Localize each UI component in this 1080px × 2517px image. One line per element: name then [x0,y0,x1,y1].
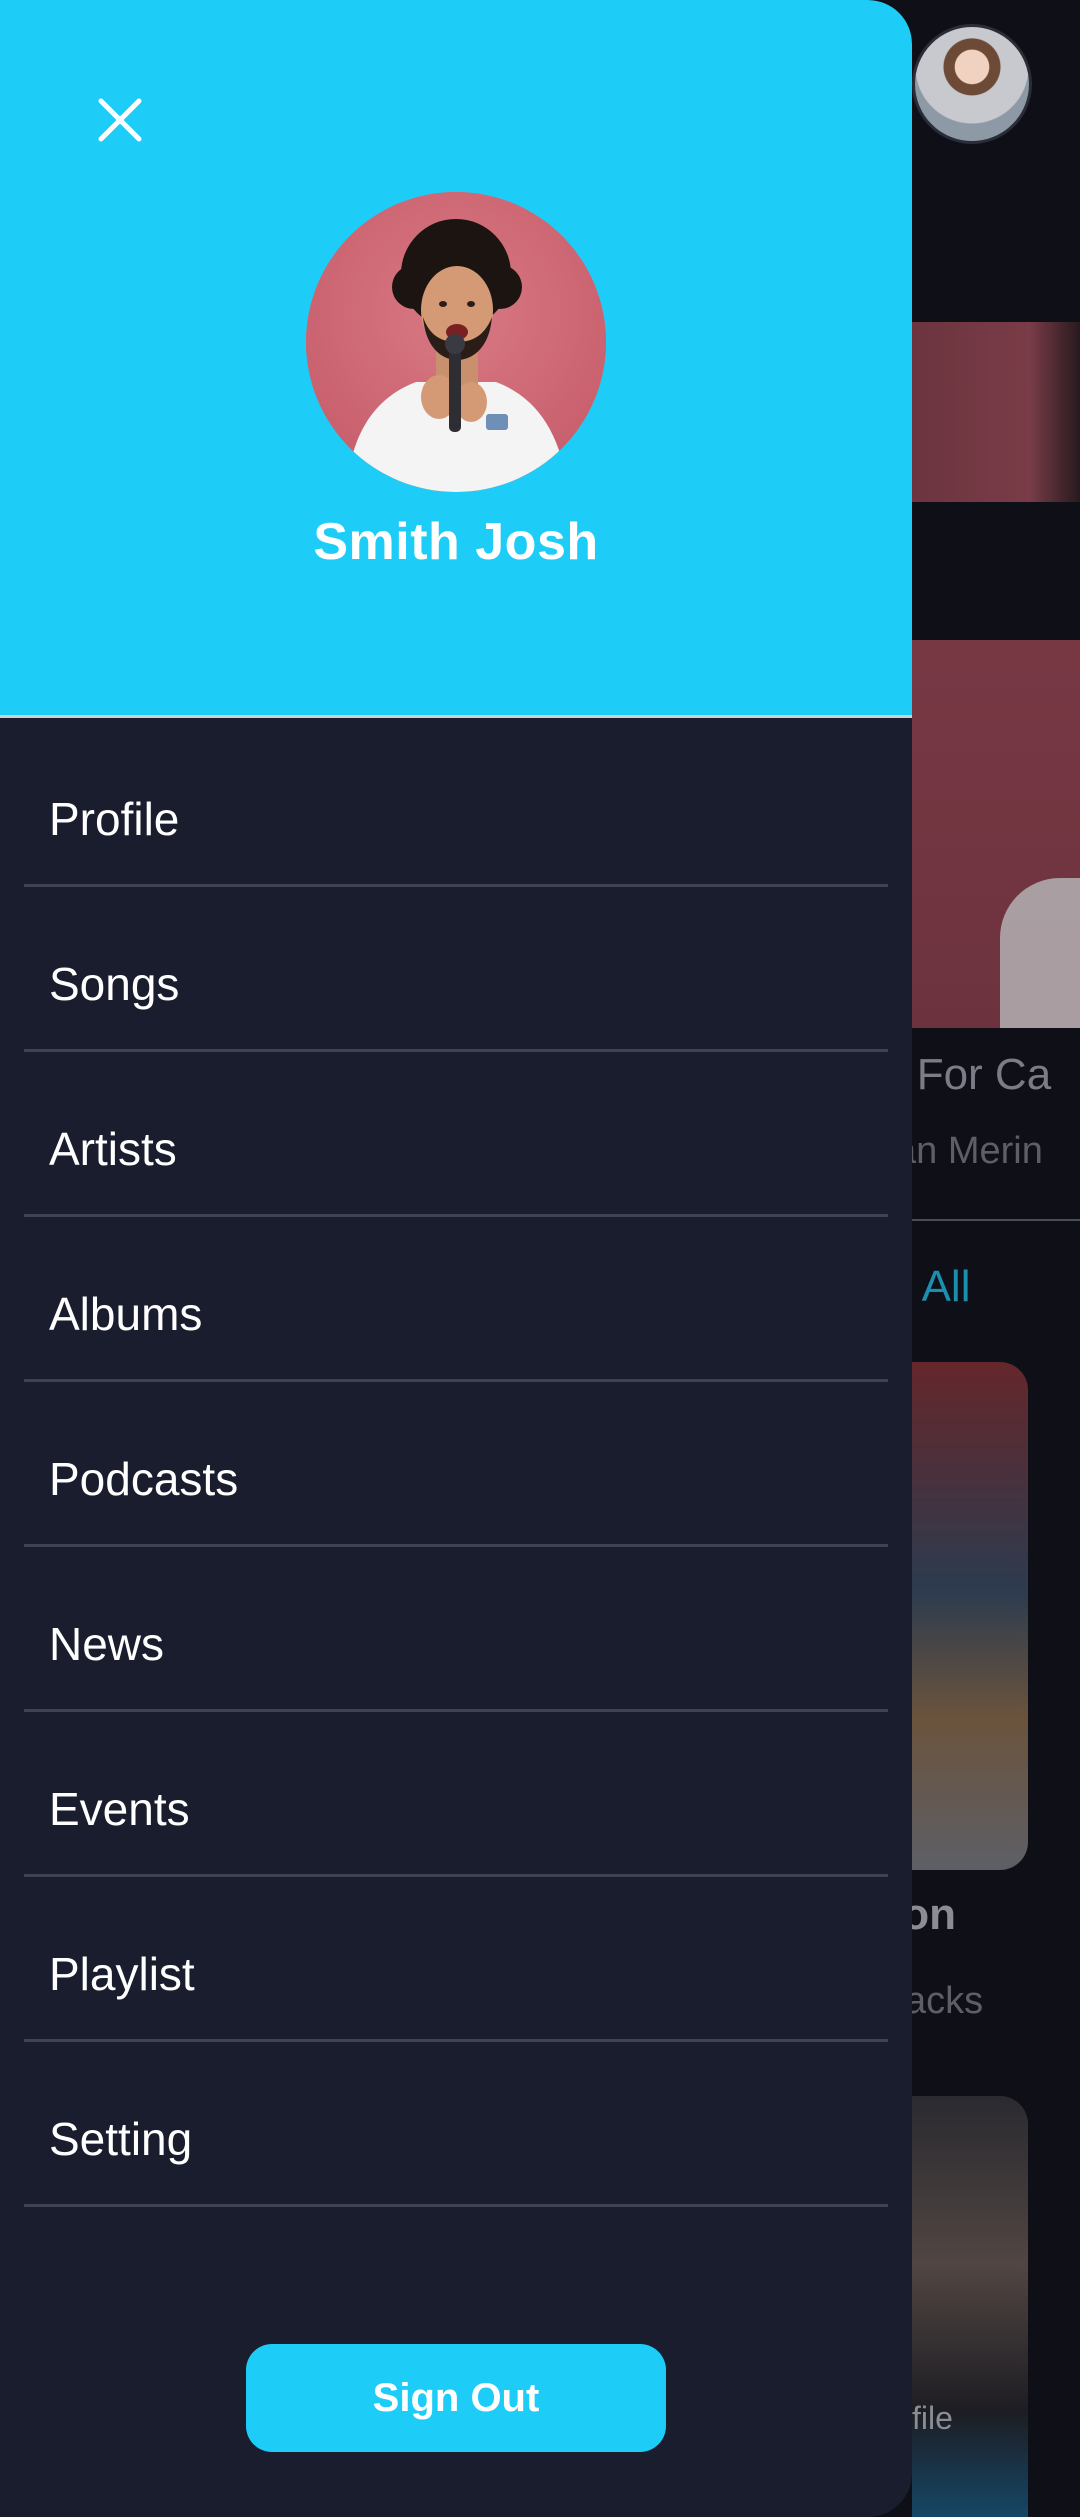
menu-item-events[interactable]: Events [24,1712,888,1877]
drawer-header: Smith Josh [0,0,912,718]
profile-photo [306,192,606,492]
background-user-avatar [912,24,1032,144]
background-card-image-2 [912,2096,1028,2517]
background-card-label: file [912,2400,953,2436]
menu-item-label: Podcasts [49,1453,239,1505]
menu-item-playlist[interactable]: Playlist [24,1877,888,2042]
background-card-image [912,1362,1028,1870]
close-button[interactable] [84,84,156,156]
background-banner-image [912,322,1080,502]
background-divider [900,1219,1080,1221]
background-song-artist: an Merin [895,1130,1043,1172]
menu-item-label: Albums [49,1288,203,1340]
navigation-drawer: Smith Josh Profile Songs Artists Albums … [0,0,912,2517]
app-screen: e For Ca an Merin w All ion acks file Sm… [0,0,1080,2517]
menu-item-podcasts[interactable]: Podcasts [24,1382,888,1547]
profile-name: Smith Josh [313,513,599,571]
menu-item-label: News [49,1618,165,1670]
menu-item-setting[interactable]: Setting [24,2042,888,2207]
sign-out-button[interactable]: Sign Out [246,2344,666,2452]
menu-item-label: Setting [49,2113,193,2165]
profile-avatar[interactable] [306,192,606,492]
background-featured-image [912,640,1080,1028]
close-icon [98,98,142,142]
menu-item-label: Playlist [49,1948,195,2000]
menu-item-artists[interactable]: Artists [24,1052,888,1217]
background-card-subtitle: acks [905,1980,984,2022]
menu-item-profile[interactable]: Profile [24,722,888,887]
menu-item-albums[interactable]: Albums [24,1217,888,1382]
menu-item-label: Events [49,1783,190,1835]
menu-item-label: Profile [49,793,180,845]
menu-item-label: Songs [49,958,180,1010]
menu-item-news[interactable]: News [24,1547,888,1712]
menu-item-songs[interactable]: Songs [24,887,888,1052]
menu-item-label: Artists [49,1123,177,1175]
drawer-menu: Profile Songs Artists Albums Podcasts Ne… [0,722,912,2207]
